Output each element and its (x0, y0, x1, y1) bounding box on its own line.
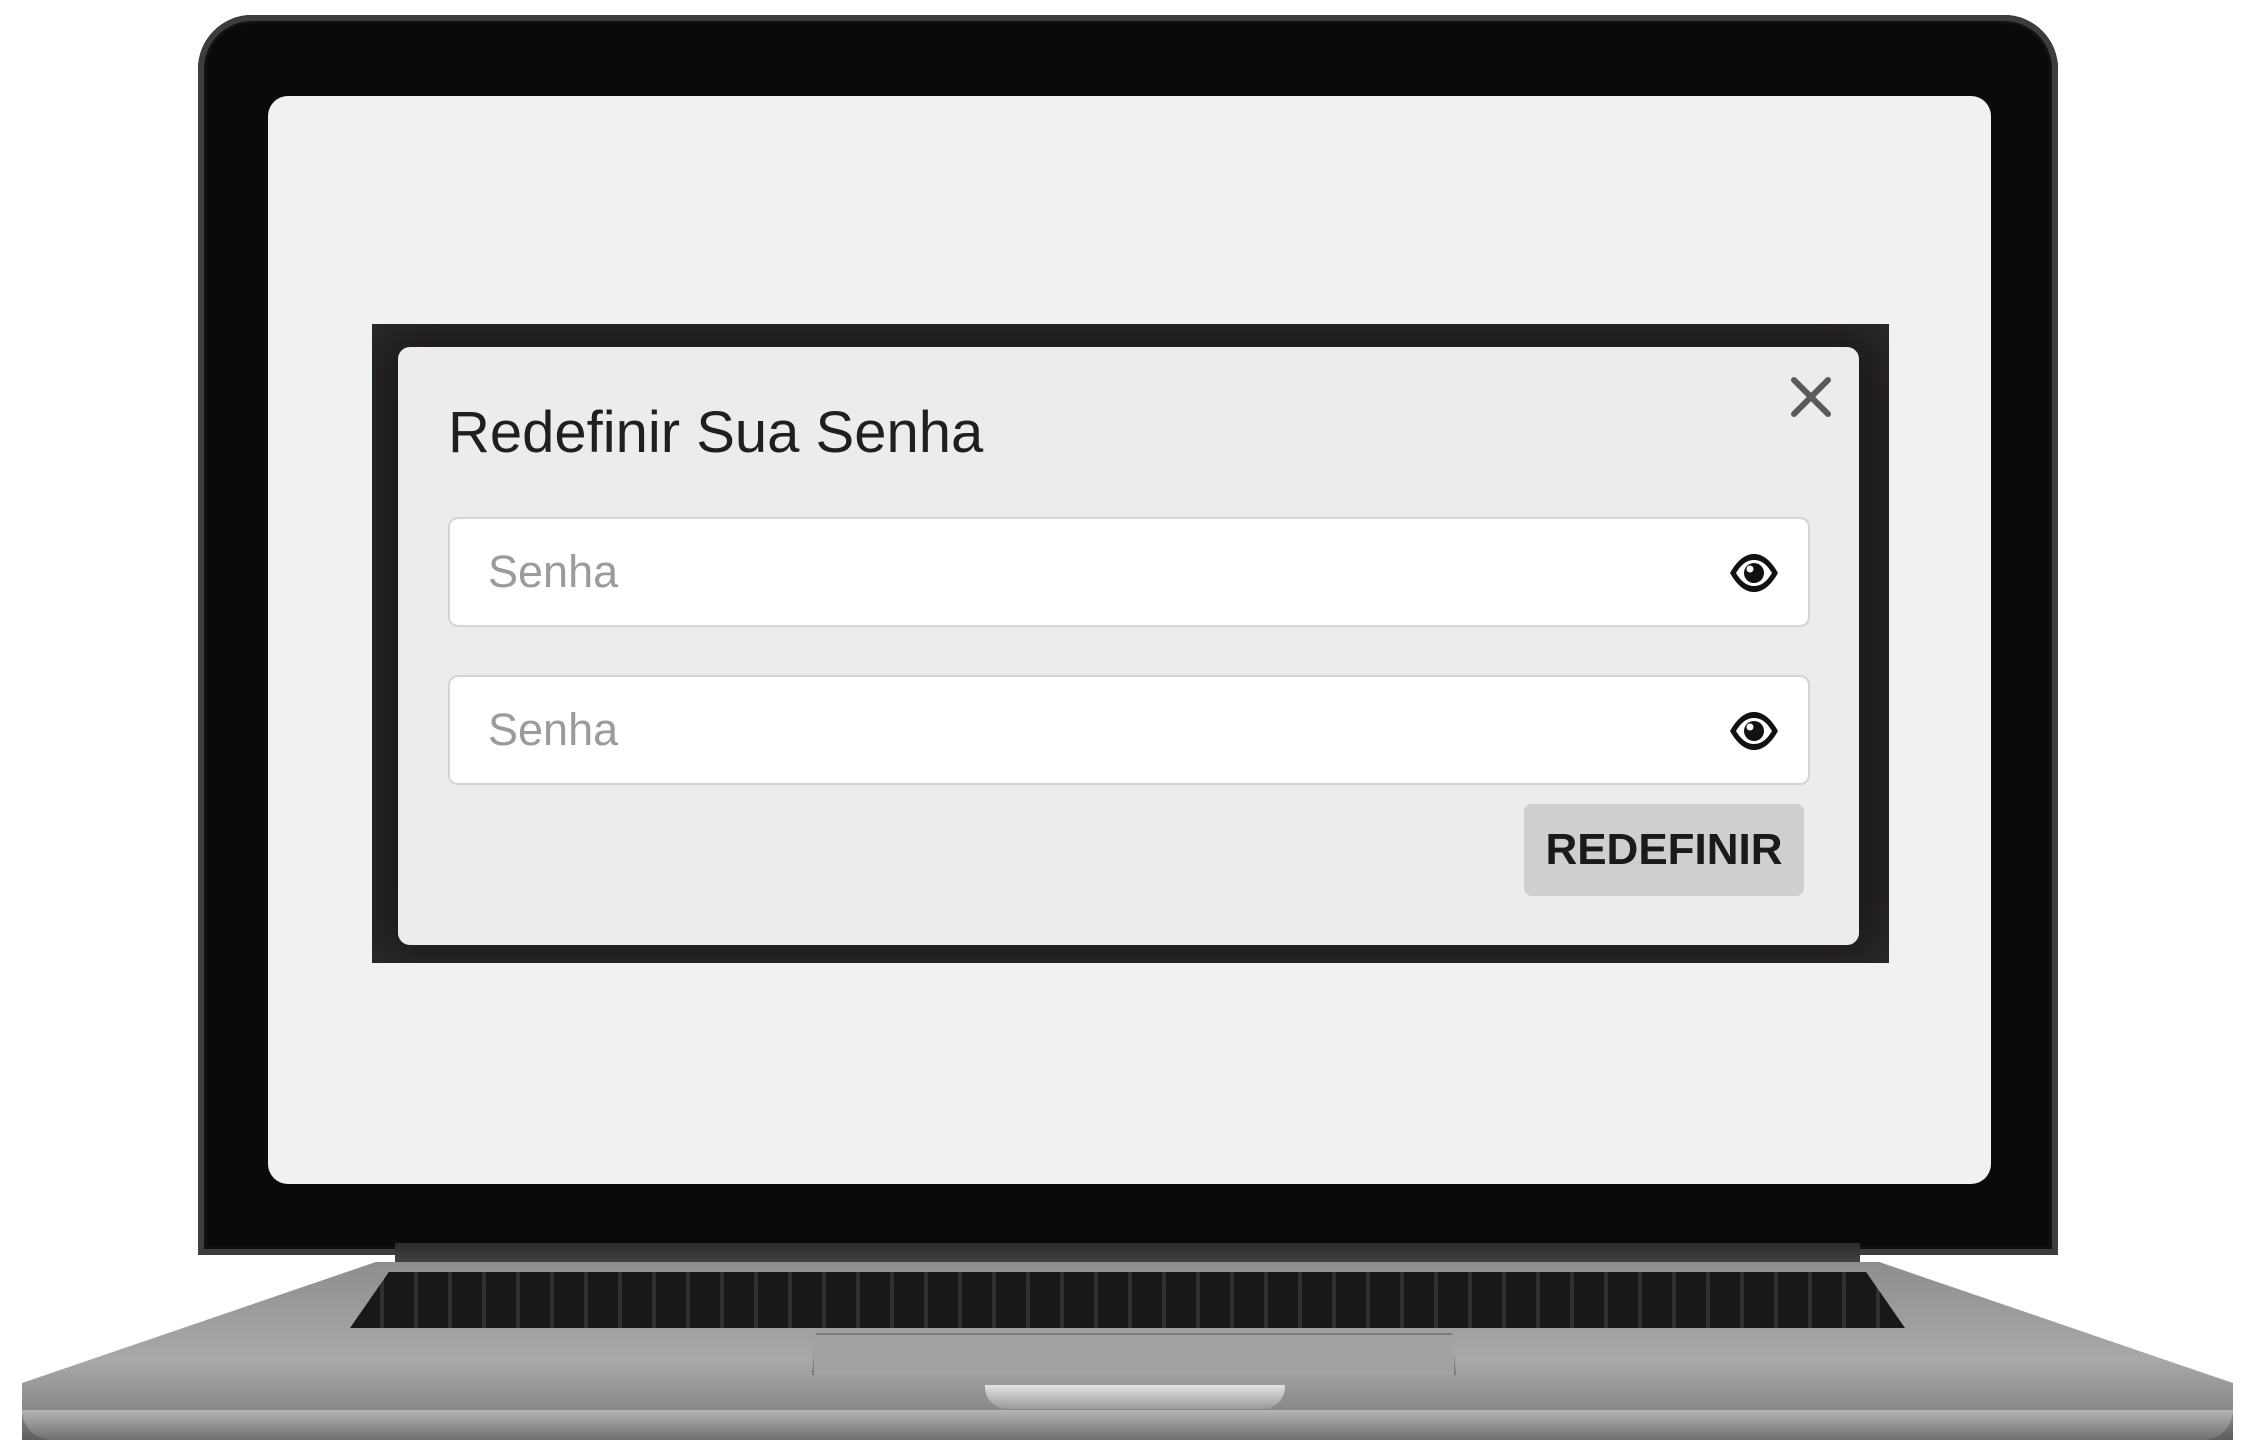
laptop-keyboard (350, 1272, 1905, 1328)
password-field (448, 517, 1810, 627)
eye-icon[interactable] (1728, 707, 1780, 755)
laptop-base-edge (22, 1410, 2233, 1440)
confirm-password-field (448, 675, 1810, 785)
redefinir-button[interactable]: REDEFINIR (1524, 804, 1804, 896)
eye-icon[interactable] (1728, 549, 1780, 597)
laptop-trackpad (812, 1333, 1456, 1375)
close-icon (1791, 377, 1831, 417)
laptop-notch (985, 1385, 1285, 1409)
laptop-mockup: Redefinir Sua Senha REDEFINIR (0, 0, 2255, 1453)
password-input[interactable] (488, 519, 1668, 625)
close-button[interactable] (1784, 370, 1838, 424)
confirm-password-input[interactable] (488, 677, 1668, 783)
modal-title: Redefinir Sua Senha (448, 400, 984, 465)
